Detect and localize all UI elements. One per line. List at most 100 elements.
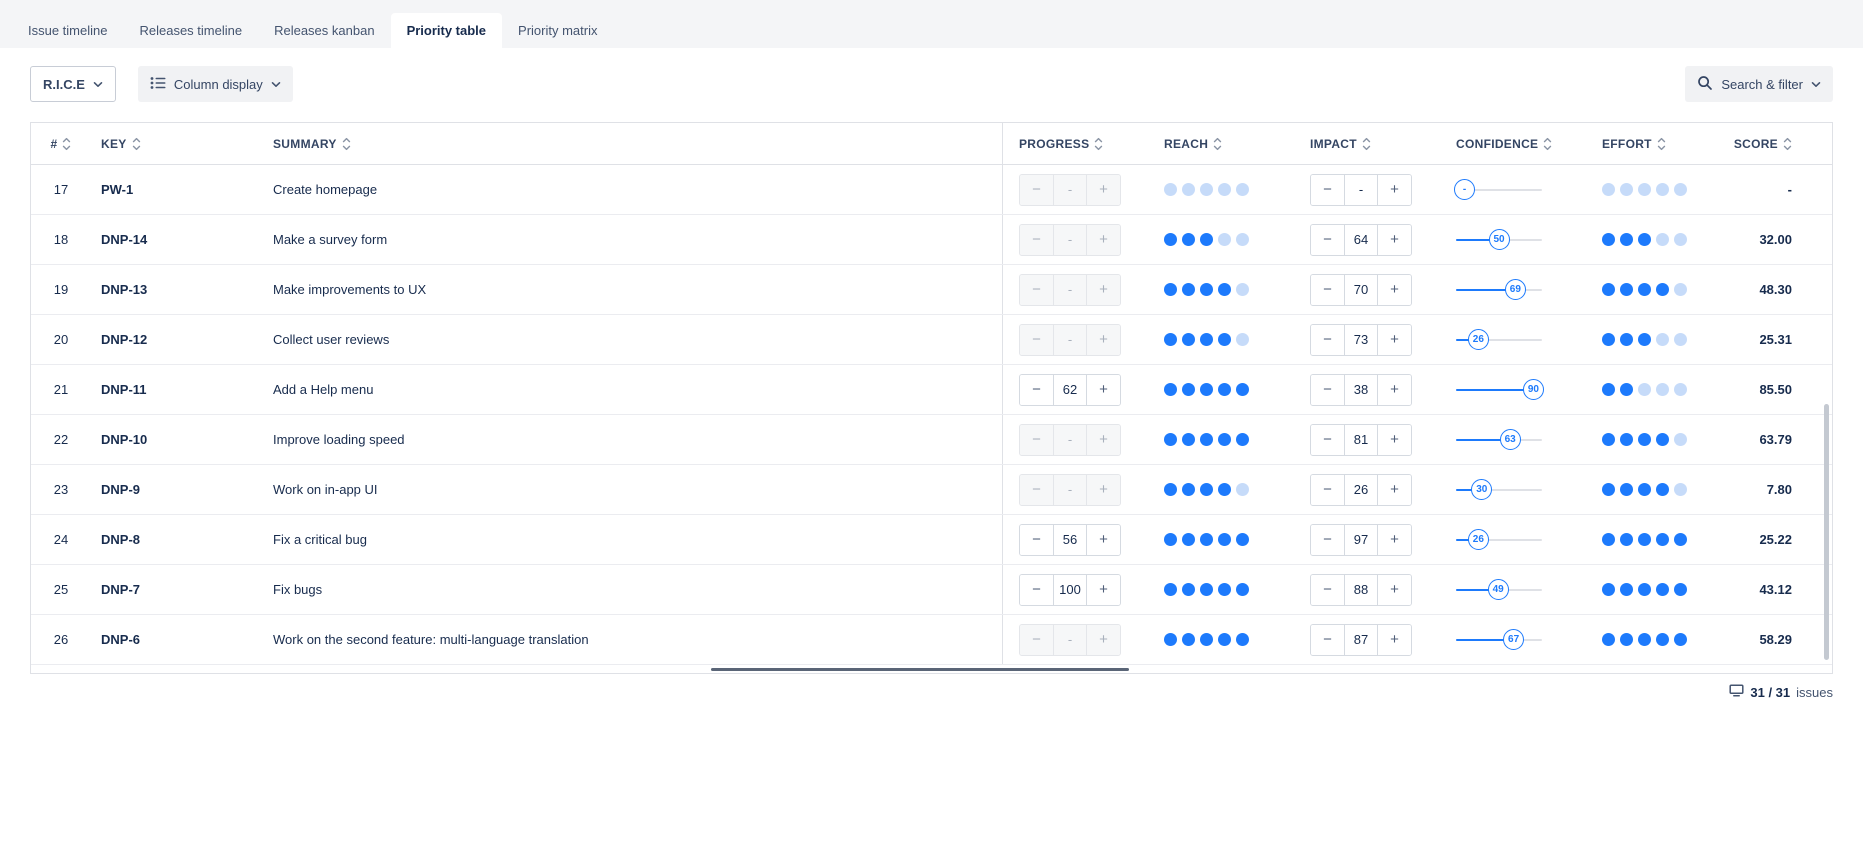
effort-rating-dot[interactable]	[1620, 633, 1633, 646]
impact-decrease-button[interactable]: −	[1311, 175, 1344, 205]
reach-rating-dot[interactable]	[1200, 633, 1213, 646]
impact-decrease-button[interactable]: −	[1311, 475, 1344, 505]
reach-rating-dot[interactable]	[1200, 283, 1213, 296]
effort-rating-dot[interactable]	[1602, 333, 1615, 346]
confidence-slider-handle[interactable]: 26	[1468, 329, 1489, 350]
progress-increase-button[interactable]: +	[1087, 475, 1120, 505]
effort-rating-dot[interactable]	[1656, 333, 1669, 346]
progress-increase-button[interactable]: +	[1087, 175, 1120, 205]
sort-control-score[interactable]: SCORE	[1734, 137, 1792, 151]
reach-rating-dot[interactable]	[1218, 333, 1231, 346]
reach-rating-dot[interactable]	[1218, 233, 1231, 246]
progress-decrease-button[interactable]: −	[1020, 625, 1053, 655]
effort-rating-dot[interactable]	[1656, 483, 1669, 496]
effort-rating[interactable]	[1602, 233, 1687, 246]
reach-rating-dot[interactable]	[1200, 483, 1213, 496]
confidence-slider-handle[interactable]: 67	[1503, 629, 1524, 650]
effort-rating[interactable]	[1602, 433, 1687, 446]
reach-rating-dot[interactable]	[1200, 383, 1213, 396]
reach-rating-dot[interactable]	[1218, 533, 1231, 546]
effort-rating-dot[interactable]	[1620, 333, 1633, 346]
effort-rating-dot[interactable]	[1656, 183, 1669, 196]
confidence-slider-handle[interactable]: 30	[1471, 479, 1492, 500]
progress-increase-button[interactable]: +	[1087, 525, 1120, 555]
progress-increase-button[interactable]: +	[1087, 375, 1120, 405]
effort-rating[interactable]	[1602, 633, 1687, 646]
effort-rating-dot[interactable]	[1674, 283, 1687, 296]
progress-decrease-button[interactable]: −	[1020, 175, 1053, 205]
impact-increase-button[interactable]: +	[1378, 225, 1411, 255]
reach-rating-dot[interactable]	[1164, 483, 1177, 496]
reach-rating[interactable]	[1164, 233, 1249, 246]
impact-increase-button[interactable]: +	[1378, 425, 1411, 455]
progress-decrease-button[interactable]: −	[1020, 425, 1053, 455]
impact-decrease-button[interactable]: −	[1311, 425, 1344, 455]
sort-control-key[interactable]: KEY	[101, 137, 141, 151]
sort-control-summary[interactable]: SUMMARY	[273, 137, 351, 151]
effort-rating-dot[interactable]	[1638, 383, 1651, 396]
reach-rating[interactable]	[1164, 483, 1249, 496]
reach-rating-dot[interactable]	[1218, 633, 1231, 646]
effort-rating-dot[interactable]	[1602, 483, 1615, 496]
reach-rating-dot[interactable]	[1200, 583, 1213, 596]
reach-rating-dot[interactable]	[1182, 583, 1195, 596]
progress-increase-button[interactable]: +	[1087, 225, 1120, 255]
confidence-slider[interactable]: 30	[1456, 479, 1542, 501]
tab-releases-kanban[interactable]: Releases kanban	[258, 13, 390, 48]
progress-increase-button[interactable]: +	[1087, 575, 1120, 605]
issue-key[interactable]: PW-1	[101, 182, 133, 197]
effort-rating[interactable]	[1602, 333, 1687, 346]
effort-rating-dot[interactable]	[1674, 233, 1687, 246]
impact-increase-button[interactable]: +	[1378, 375, 1411, 405]
effort-rating-dot[interactable]	[1656, 233, 1669, 246]
reach-rating-dot[interactable]	[1182, 183, 1195, 196]
reach-rating-dot[interactable]	[1164, 433, 1177, 446]
reach-rating[interactable]	[1164, 583, 1249, 596]
effort-rating-dot[interactable]	[1638, 233, 1651, 246]
issue-key[interactable]: DNP-9	[101, 482, 140, 497]
impact-decrease-button[interactable]: −	[1311, 625, 1344, 655]
sort-control-effort[interactable]: EFFORT	[1602, 137, 1666, 151]
effort-rating-dot[interactable]	[1620, 183, 1633, 196]
reach-rating-dot[interactable]	[1182, 433, 1195, 446]
reach-rating-dot[interactable]	[1200, 233, 1213, 246]
reach-rating-dot[interactable]	[1200, 333, 1213, 346]
effort-rating-dot[interactable]	[1638, 483, 1651, 496]
reach-rating-dot[interactable]	[1164, 633, 1177, 646]
impact-increase-button[interactable]: +	[1378, 575, 1411, 605]
reach-rating-dot[interactable]	[1236, 383, 1249, 396]
effort-rating-dot[interactable]	[1638, 433, 1651, 446]
confidence-slider[interactable]: 69	[1456, 279, 1542, 301]
impact-decrease-button[interactable]: −	[1311, 575, 1344, 605]
effort-rating-dot[interactable]	[1674, 633, 1687, 646]
effort-rating[interactable]	[1602, 583, 1687, 596]
reach-rating-dot[interactable]	[1164, 183, 1177, 196]
impact-increase-button[interactable]: +	[1378, 525, 1411, 555]
scoring-model-dropdown[interactable]: R.I.C.E	[30, 66, 116, 102]
reach-rating-dot[interactable]	[1236, 333, 1249, 346]
vertical-scrollbar[interactable]	[1824, 404, 1829, 660]
reach-rating-dot[interactable]	[1200, 533, 1213, 546]
impact-increase-button[interactable]: +	[1378, 475, 1411, 505]
reach-rating-dot[interactable]	[1236, 583, 1249, 596]
confidence-slider[interactable]: 67	[1456, 629, 1542, 651]
confidence-slider-handle[interactable]: 26	[1468, 529, 1489, 550]
reach-rating-dot[interactable]	[1182, 483, 1195, 496]
effort-rating-dot[interactable]	[1674, 483, 1687, 496]
reach-rating-dot[interactable]	[1182, 233, 1195, 246]
reach-rating[interactable]	[1164, 283, 1249, 296]
reach-rating-dot[interactable]	[1236, 633, 1249, 646]
effort-rating[interactable]	[1602, 383, 1687, 396]
reach-rating-dot[interactable]	[1164, 533, 1177, 546]
confidence-slider[interactable]: 26	[1456, 529, 1542, 551]
progress-decrease-button[interactable]: −	[1020, 225, 1053, 255]
tab-issue-timeline[interactable]: Issue timeline	[12, 13, 123, 48]
impact-decrease-button[interactable]: −	[1311, 225, 1344, 255]
impact-decrease-button[interactable]: −	[1311, 325, 1344, 355]
effort-rating-dot[interactable]	[1674, 333, 1687, 346]
impact-increase-button[interactable]: +	[1378, 625, 1411, 655]
effort-rating-dot[interactable]	[1638, 533, 1651, 546]
reach-rating-dot[interactable]	[1218, 183, 1231, 196]
impact-increase-button[interactable]: +	[1378, 275, 1411, 305]
effort-rating-dot[interactable]	[1656, 383, 1669, 396]
